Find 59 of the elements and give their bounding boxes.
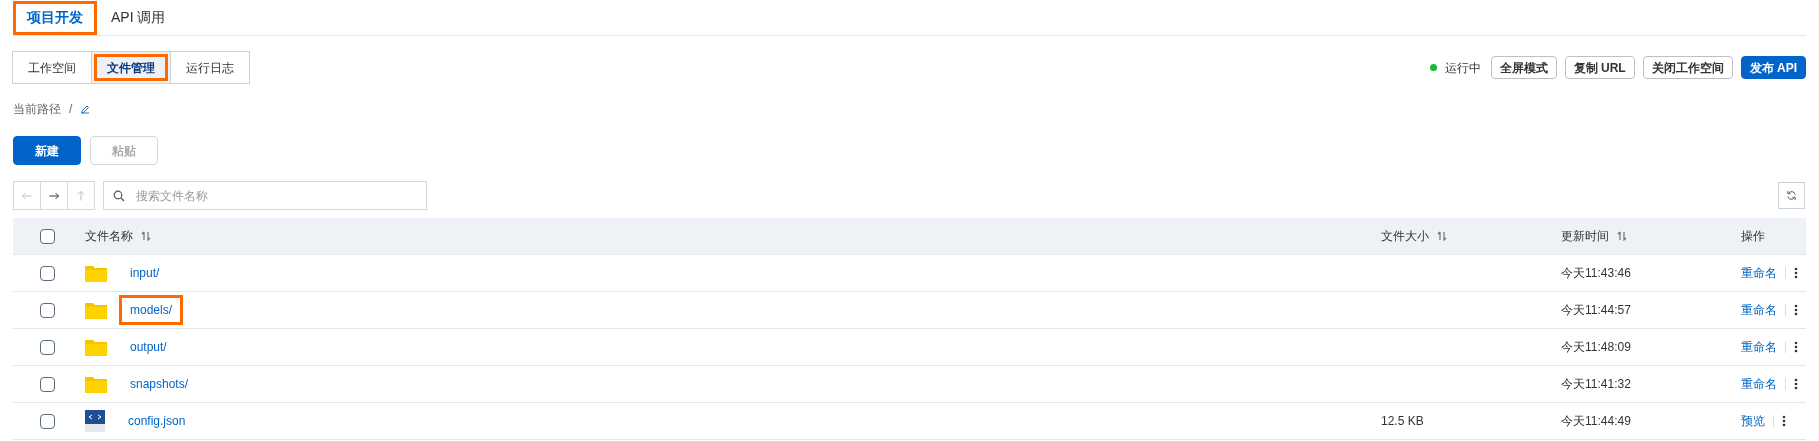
updated-time: 今天11:43:46 (1561, 266, 1631, 280)
path-value: / (69, 101, 73, 118)
segment-tab[interactable]: 运行日志 (170, 51, 250, 84)
tab[interactable]: API 调用 (97, 1, 180, 35)
search-icon (113, 190, 125, 202)
tab[interactable]: 项目开发 (13, 1, 97, 35)
folder-icon (85, 338, 107, 356)
more-icon[interactable] (1782, 415, 1786, 427)
up-arrow-icon (75, 189, 87, 202)
file-name-link[interactable]: models/ (119, 295, 184, 325)
sort-icon[interactable] (1617, 231, 1627, 241)
checkbox[interactable] (40, 302, 55, 318)
row-action-link[interactable]: 重命名 (1741, 375, 1777, 393)
segment-tab[interactable]: 文件管理 (91, 51, 171, 84)
column-header: 操作 (1741, 229, 1765, 243)
action-button[interactable]: 全屏模式 (1490, 56, 1557, 79)
row-action-link[interactable]: 重命名 (1741, 301, 1777, 319)
search-field[interactable]: 搜索文件名称 (103, 181, 427, 210)
row-action-link[interactable]: 重命名 (1741, 264, 1777, 282)
forward-arrow-button[interactable] (40, 181, 68, 210)
more-icon[interactable] (1794, 304, 1798, 316)
more-icon[interactable] (1794, 341, 1798, 353)
refresh-button[interactable] (1778, 182, 1805, 209)
checkbox[interactable] (40, 228, 55, 244)
checkbox[interactable] (40, 376, 55, 392)
refresh-icon (1786, 190, 1797, 201)
action-button[interactable]: 复制 URL (1564, 56, 1635, 79)
column-header: 文件名称 (85, 228, 133, 245)
toolbar-button[interactable]: 新建 (13, 136, 81, 165)
file-name-link[interactable]: output/ (119, 332, 178, 362)
checkbox[interactable] (40, 265, 55, 281)
row-action-link[interactable]: 重命名 (1741, 338, 1777, 356)
sort-icon[interactable] (1437, 231, 1447, 241)
updated-time: 今天11:48:09 (1561, 340, 1631, 354)
code-file-icon (85, 410, 105, 432)
column-header: 文件大小 (1381, 228, 1429, 245)
status-text: 运行中 (1444, 59, 1481, 77)
segment-tab[interactable]: 工作空间 (12, 51, 92, 84)
checkbox[interactable] (40, 413, 55, 429)
path-label: 当前路径 (13, 101, 61, 118)
row-action-link[interactable]: 预览 (1741, 412, 1765, 430)
column-header: 更新时间 (1561, 228, 1609, 245)
file-name-link[interactable]: snapshots/ (119, 369, 200, 399)
updated-time: 今天11:41:32 (1561, 377, 1631, 391)
more-icon[interactable] (1794, 378, 1798, 390)
folder-icon (85, 375, 107, 393)
edit-icon[interactable] (80, 104, 91, 114)
checkbox[interactable] (40, 339, 55, 355)
folder-icon (85, 264, 107, 282)
updated-time: 今天11:44:57 (1561, 303, 1631, 317)
updated-time: 今天11:44:49 (1561, 414, 1631, 428)
more-icon[interactable] (1794, 267, 1798, 279)
folder-icon (85, 301, 107, 319)
action-button[interactable]: 发布 API (1740, 56, 1806, 79)
file-name-link[interactable]: input/ (119, 258, 171, 288)
sort-icon[interactable] (141, 231, 151, 241)
action-button[interactable]: 关闭工作空间 (1642, 56, 1733, 79)
file-size: 12.5 KB (1381, 414, 1424, 428)
file-name-link[interactable]: config.json (117, 406, 197, 436)
